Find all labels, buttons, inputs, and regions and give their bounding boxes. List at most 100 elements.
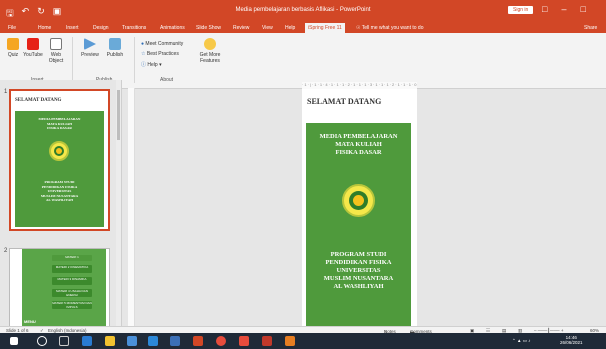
app-icon[interactable] — [285, 336, 295, 346]
chrome-icon[interactable] — [216, 336, 226, 346]
publish-button[interactable]: Publish — [105, 38, 125, 58]
maximize-icon[interactable]: □ — [580, 4, 585, 14]
quiz-label: Quiz — [7, 52, 19, 58]
youtube-label: YouTube — [23, 52, 43, 58]
search-icon[interactable] — [37, 336, 47, 346]
quiz-icon — [7, 38, 19, 50]
quiz-button[interactable]: Quiz — [6, 38, 20, 58]
web-object-label: Web Object — [48, 52, 64, 64]
slide-title-line: FISIKA DASAR — [335, 149, 382, 156]
task-view-icon[interactable] — [59, 336, 69, 346]
tab-transitions[interactable]: Transitions — [122, 25, 146, 31]
word-icon[interactable] — [170, 336, 180, 346]
best-practices-link[interactable]: ☆ Best Practices — [141, 51, 179, 57]
slide-thumbnail-1[interactable]: SELAMAT DATANG MEDIA PEMBELAJARAN MATA K… — [9, 89, 110, 231]
ribbon-separator — [134, 37, 135, 83]
menu-button: MATERI 2 KINEMATIKA — [52, 265, 92, 273]
title-bar: 🖫 ↶ ↻ ▣ Media pembelajaran berbasis Afli… — [0, 0, 606, 22]
vertical-ruler — [128, 88, 135, 326]
windows-taskbar: ⌃ ▲ ▭ ♪ 14:46 26/06/2021 — [0, 333, 606, 349]
slide-number: 1 — [4, 89, 8, 95]
youtube-icon — [27, 38, 39, 50]
clock-date: 26/06/2021 — [560, 340, 583, 345]
tell-me-label: Tell me what you want to do — [361, 25, 424, 31]
status-bar: Slide 1 of 6 ✓ English (Indonesia) ≡ Not… — [0, 326, 606, 334]
mail-icon[interactable] — [148, 336, 158, 346]
edge-icon[interactable] — [82, 336, 92, 346]
university-logo[interactable] — [342, 184, 375, 217]
windows-start-icon[interactable] — [10, 337, 18, 345]
get-more-features-label: Get More Features — [199, 52, 221, 64]
tab-review[interactable]: Review — [233, 25, 249, 31]
window-controls: □ – □ — [542, 4, 586, 14]
tab-help[interactable]: Help — [285, 25, 295, 31]
slide-title-line: MATA KULIAH — [335, 141, 382, 148]
slide-heading[interactable]: SELAMAT DATANG — [307, 97, 381, 106]
tab-design[interactable]: Design — [93, 25, 109, 31]
tab-slideshow[interactable]: Slide Show — [196, 25, 221, 31]
slide-thumbnail-pane: 1 SELAMAT DATANG MEDIA PEMBELAJARAN MATA… — [0, 80, 122, 328]
minimize-icon[interactable]: – — [561, 4, 566, 14]
play-icon — [84, 38, 96, 50]
university-logo — [49, 141, 69, 161]
system-tray-icons[interactable]: ⌃ ▲ ▭ ♪ — [512, 338, 530, 344]
preview-button[interactable]: Preview — [80, 38, 100, 58]
slide-bottom-line: AL WASHLIYAH — [333, 283, 384, 290]
app-icon[interactable] — [262, 336, 272, 346]
thumb-line: AL WASHLIYAH — [46, 198, 73, 202]
thumb-line: FISIKA DASAR — [47, 126, 72, 130]
clock[interactable]: 14:46 26/06/2021 — [560, 335, 583, 345]
ribbon-display-icon[interactable]: □ — [542, 4, 547, 14]
web-object-icon — [50, 38, 62, 50]
tab-home[interactable]: Home — [38, 25, 51, 31]
slide-bottom-line: UNIVERSITAS — [336, 267, 381, 274]
ribbon-tabs: File Home Insert Design Transitions Anim… — [0, 22, 606, 33]
chevron-down-icon: ▾ — [157, 62, 162, 68]
thumbnail-scrollbar[interactable] — [116, 80, 121, 326]
slide-bottom-line: PROGRAM STUDI — [330, 251, 387, 258]
youtube-button[interactable]: YouTube — [23, 38, 43, 58]
slide-green-panel[interactable]: MEDIA PEMBELAJARAN MATA KULIAH FISIKA DA… — [306, 123, 411, 326]
store-icon[interactable] — [127, 336, 137, 346]
tab-insert[interactable]: Insert — [66, 25, 79, 31]
tab-animations[interactable]: Animations — [160, 25, 185, 31]
slide-canvas[interactable]: SELAMAT DATANG MEDIA PEMBELAJARAN MATA K… — [302, 89, 417, 326]
tab-view[interactable]: View — [262, 25, 273, 31]
web-object-button[interactable]: Web Object — [47, 38, 65, 64]
slide-thumbnail-2[interactable]: MATERI 1 MATERI 2 KINEMATIKA MATERI 3 DI… — [9, 248, 110, 328]
thumb2-menu-label: MENU — [24, 319, 36, 324]
scrollbar-thumb[interactable] — [117, 90, 120, 140]
share-button[interactable]: Share — [584, 25, 597, 31]
powerpoint-icon[interactable] — [193, 336, 203, 346]
slide-title-line: MEDIA PEMBELAJARAN — [319, 133, 398, 140]
features-icon — [204, 38, 216, 50]
meet-community-link[interactable]: ● Meet Community — [141, 41, 183, 47]
ribbon-separator — [72, 37, 73, 83]
menu-button: MATERI 4 USAHA DAN ENERGI — [52, 289, 92, 297]
slide-bottom-line: PENDIDIKAN FISIKA — [325, 259, 392, 266]
get-more-features-button[interactable]: Get More Features — [198, 38, 222, 64]
help-dropdown[interactable]: ⓘ Help ▾ — [141, 61, 162, 68]
menu-button: MATERI 1 — [52, 255, 92, 261]
group-about-label: About — [160, 77, 174, 83]
publish-label: Publish — [106, 52, 124, 58]
tell-me-search[interactable]: ☉ Tell me what you want to do — [356, 25, 423, 31]
thumb-heading: SELAMAT DATANG — [15, 98, 62, 103]
menu-button: MATERI 5 MOMENTUM DAN IMPULS — [52, 301, 92, 309]
slide-bottom-line: MUSLIM NUSANTARA — [323, 275, 394, 282]
meet-community-label: Meet Community — [145, 41, 184, 47]
thumb-green-panel: MEDIA PEMBELAJARAN MATA KULIAH FISIKA DA… — [15, 111, 104, 227]
tab-ispring[interactable]: iSpring Free 11 — [305, 23, 345, 33]
sign-in-button[interactable]: Sign in — [508, 6, 534, 14]
horizontal-ruler: ·1·|·1·1·4·1·1·1·2·1·1·1·3·1·1·1·2·1·1·1… — [302, 82, 417, 89]
preview-label: Preview — [81, 52, 99, 58]
acrobat-icon[interactable] — [239, 336, 249, 346]
slide-number: 2 — [4, 248, 8, 254]
menu-button: MATERI 3 DINAMIKA — [52, 277, 92, 285]
tab-file[interactable]: File — [8, 25, 16, 31]
editor-background — [417, 89, 606, 326]
best-practices-label: Best Practices — [146, 51, 179, 57]
publish-icon — [109, 38, 121, 50]
help-label: Help — [147, 62, 158, 68]
file-explorer-icon[interactable] — [105, 336, 115, 346]
